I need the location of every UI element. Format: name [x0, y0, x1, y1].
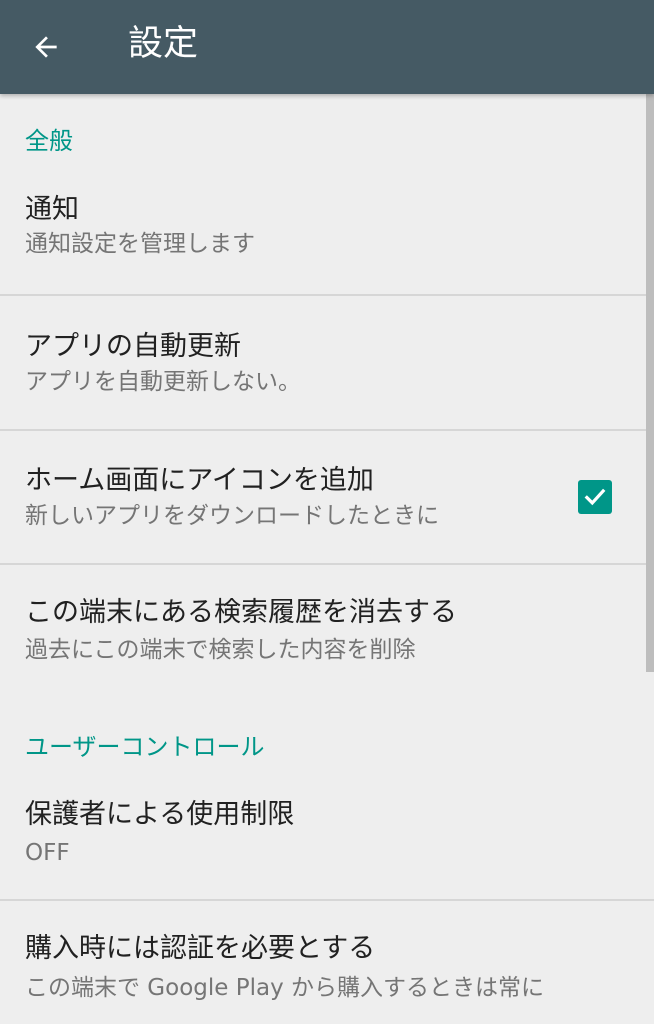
back-button[interactable]	[22, 23, 70, 71]
setting-notifications[interactable]: 通知 通知設定を管理します	[0, 188, 645, 294]
setting-subtitle: 通知設定を管理します	[25, 231, 255, 257]
setting-title: 購入時には認証を必要とする	[25, 933, 376, 964]
section-header-user-controls: ユーザーコントロール	[25, 733, 265, 761]
section-header-general: 全般	[25, 127, 73, 155]
setting-subtitle: OFF	[25, 840, 70, 866]
setting-subtitle: アプリを自動更新しない。	[25, 369, 301, 395]
page-title: 設定	[128, 24, 199, 64]
setting-add-home-icon[interactable]: ホーム画面にアイコンを追加 新しいアプリをダウンロードしたときに	[0, 431, 645, 565]
add-icon-checkbox[interactable]	[578, 480, 612, 514]
setting-title: 通知	[25, 194, 79, 225]
app-bar: 設定	[0, 0, 654, 94]
setting-title: 保護者による使用制限	[25, 799, 295, 830]
setting-auto-update[interactable]: アプリの自動更新 アプリを自動更新しない。	[0, 296, 645, 430]
setting-purchase-authentication[interactable]: 購入時には認証を必要とする この端末で Google Play から購入するとき…	[0, 901, 645, 1024]
check-icon	[584, 488, 606, 506]
scrollbar[interactable]	[646, 94, 654, 672]
setting-subtitle: 過去にこの端末で検索した内容を削除	[25, 637, 416, 663]
setting-subtitle: この端末で Google Play から購入するときは常に	[25, 975, 545, 1001]
setting-parental-controls[interactable]: 保護者による使用制限 OFF	[0, 788, 645, 898]
setting-title: アプリの自動更新	[25, 331, 241, 362]
setting-title: この端末にある検索履歴を消去する	[25, 597, 457, 628]
settings-list: 全般 通知 通知設定を管理します アプリの自動更新 アプリを自動更新しない。 ホ…	[0, 94, 654, 1024]
settings-screen: 設定 全般 通知 通知設定を管理します アプリの自動更新 アプリを自動更新しない…	[0, 0, 654, 1024]
arrow-back-icon	[35, 36, 57, 58]
setting-subtitle: 新しいアプリをダウンロードしたときに	[25, 503, 439, 529]
setting-clear-search-history[interactable]: この端末にある検索履歴を消去する 過去にこの端末で検索した内容を削除	[0, 565, 645, 693]
setting-title: ホーム画面にアイコンを追加	[25, 465, 374, 496]
